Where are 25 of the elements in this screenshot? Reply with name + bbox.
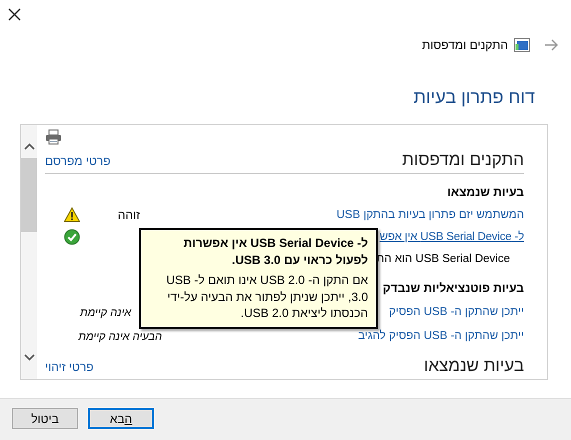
scroll-up-icon[interactable] <box>24 143 34 150</box>
back-arrow-icon[interactable] <box>544 38 558 52</box>
section-heading: בעיות שנמצאו <box>424 356 524 376</box>
devices-icon <box>514 38 530 52</box>
scroll-down-icon[interactable] <box>24 354 34 361</box>
page-title: דוח פתרון בעיות <box>412 86 536 109</box>
group-heading: בעיות פוטנציאליות שנבדק <box>382 280 524 296</box>
tooltip-text: אם התקן ה- USB 2.0 אינו תואם ל- USB 3.0, ייתכן שניתן לפתור את הבעיה על-ידי הכנסתו ליציאת USB 2.0. <box>165 272 368 322</box>
status-text: זוהה <box>118 208 140 222</box>
status-text: הבעיה אינה קיימת <box>78 331 162 343</box>
cancel-button[interactable]: ביטול <box>12 408 78 429</box>
close-icon[interactable] <box>8 8 21 21</box>
scroll-thumb[interactable] <box>21 158 37 232</box>
next-button[interactable]: הבא <box>88 408 154 429</box>
group-heading: בעיות שנמצאו <box>447 184 524 200</box>
details-link[interactable]: פרטי זיהוי <box>45 360 94 374</box>
breadcrumb-label: התקנים ומדפסות <box>422 38 508 52</box>
tooltip-title: ל- USB Serial Device אין אפשרות לפעול כראוי עם USB 3.0. <box>182 235 368 268</box>
details-link[interactable]: פרטי מפרסם <box>45 154 111 168</box>
scrollbar[interactable] <box>21 125 37 379</box>
problem-link[interactable]: ייתכן שהתקן ה- USB הפסיק להגיב <box>162 330 524 342</box>
status-text: אינה קיימת <box>80 307 132 319</box>
printer-icon[interactable] <box>45 129 62 145</box>
problem-link[interactable]: המשתמש יזם פתרון בעיות בהתקן USB <box>162 209 524 221</box>
section-heading: התקנים ומדפסות <box>402 149 524 171</box>
